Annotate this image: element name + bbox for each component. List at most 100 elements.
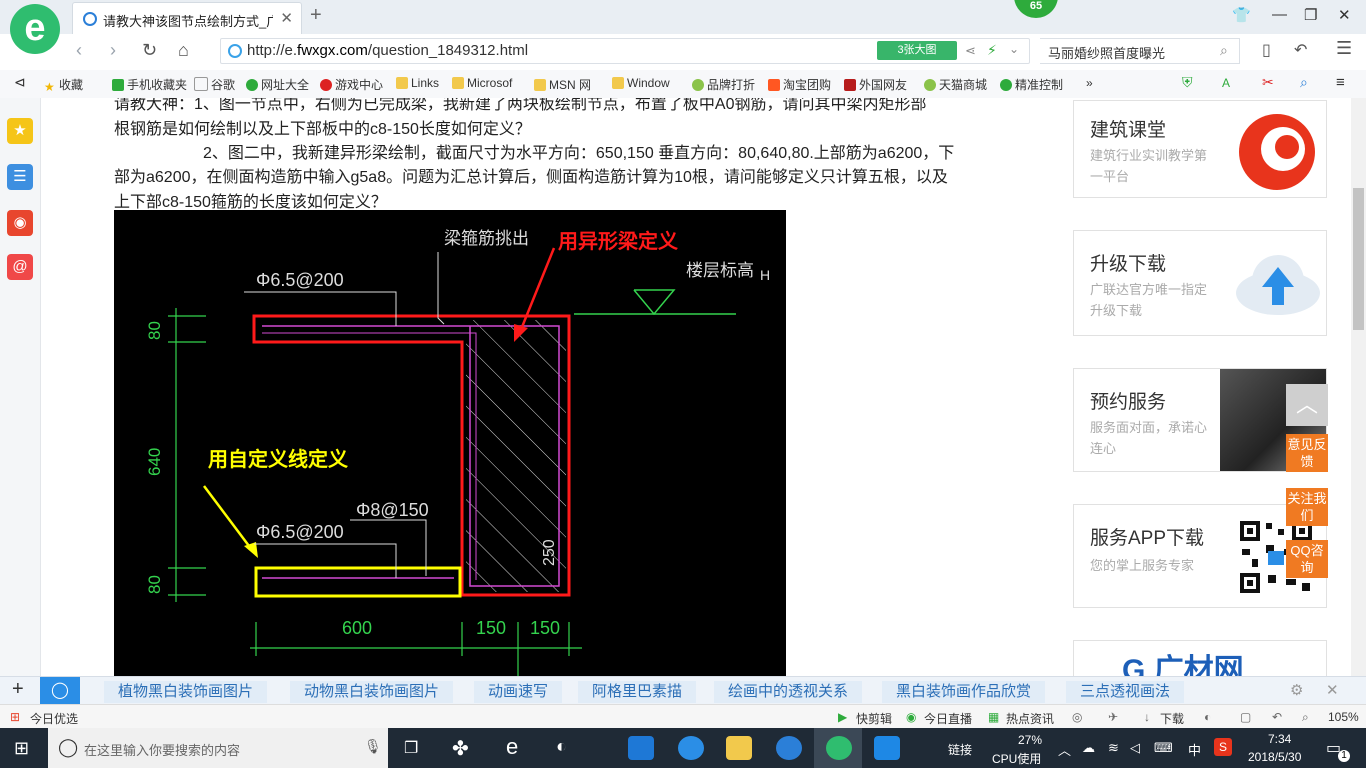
collapse-sidebar-icon[interactable]: ⊲ [14, 74, 26, 91]
scrollbar-thumb[interactable] [1353, 188, 1364, 330]
more-bookmarks-icon[interactable]: » [1086, 76, 1093, 90]
panel-upgrade-download[interactable]: 升级下载 广联达官方唯一指定升级下载 [1073, 230, 1327, 336]
hot-link[interactable]: 动物黑白装饰画图片 [290, 681, 454, 703]
bookmark-item[interactable]: 网址大全 [246, 76, 309, 93]
bookmark-item[interactable]: 天猫商城 [924, 76, 987, 93]
g-app-icon[interactable] [776, 736, 802, 760]
ime-indicator[interactable]: 中 [1188, 740, 1201, 759]
mobile-icon[interactable]: ▯ [1262, 40, 1271, 60]
refresh-button[interactable]: ↻ [142, 40, 157, 61]
qq-consult-button[interactable]: QQ咨询 [1286, 540, 1328, 578]
windows-start-icon[interactable]: ⊞ [14, 738, 29, 759]
tool-icon[interactable]: ✈ [1108, 710, 1118, 724]
wifi-icon[interactable]: ≋ [1108, 740, 1119, 756]
follow-us-button[interactable]: 关注我们 [1286, 488, 1328, 526]
browser-e-icon[interactable]: e [506, 734, 518, 760]
tab-active[interactable]: 请教大神该图节点绘制方式_广联达 ✕ [72, 2, 302, 34]
hot-link[interactable]: 动画速写 [474, 681, 563, 703]
zoom-level[interactable]: 105% [1328, 710, 1359, 724]
fan-app-icon[interactable]: ✤ [452, 736, 469, 761]
chevron-down-icon[interactable]: ⌄ [1009, 42, 1019, 56]
big-image-button[interactable]: 3张大图 [877, 41, 957, 60]
clock-time[interactable]: 7:34 [1268, 732, 1291, 746]
live-icon[interactable]: ◉ [906, 710, 916, 724]
bookmark-item[interactable]: Microsof [452, 76, 512, 90]
file-explorer-icon[interactable] [726, 736, 752, 760]
bookmark-item[interactable]: MSN 网 [534, 76, 591, 93]
keyboard-icon[interactable]: ⌨ [1154, 740, 1173, 756]
search-box[interactable]: 马丽婚纱照首度曝光 ⌕ [1040, 38, 1240, 64]
maximize-button[interactable]: ❐ [1304, 6, 1317, 24]
browser-logo-icon[interactable]: e [10, 4, 60, 54]
favorites-icon[interactable]: ★ [7, 118, 33, 144]
zoom-icon[interactable]: ⌕ [1300, 74, 1308, 91]
sogou-icon[interactable]: S [1214, 738, 1232, 756]
ie-icon[interactable] [678, 736, 704, 760]
search-input[interactable]: 马丽婚纱照首度曝光 [1048, 43, 1165, 62]
task-view-icon[interactable]: ❐ [404, 738, 418, 758]
close-window-button[interactable]: ✕ [1338, 6, 1351, 24]
search-circle-icon[interactable]: ◯ [40, 677, 80, 705]
news-icon[interactable]: ▦ [988, 710, 999, 724]
hot-link[interactable]: 三点透视画法 [1066, 681, 1185, 703]
bookmark-item[interactable]: ★ 收藏 [44, 76, 83, 94]
bookmark-item[interactable]: 淘宝团购 [768, 76, 831, 93]
bookmark-item[interactable]: 外国网友 [844, 76, 907, 93]
news-link[interactable]: 热点资讯 [1006, 710, 1054, 727]
taskbar-search[interactable]: ◯ 在这里输入你要搜索的内容 🎙 [48, 728, 388, 768]
home-button[interactable]: ⌂ [178, 40, 189, 61]
download-icon[interactable]: ↓ [1144, 710, 1150, 724]
scrollbar[interactable] [1351, 98, 1366, 676]
taskbar-search-input[interactable]: 在这里输入你要搜索的内容 [84, 740, 240, 759]
volume-icon[interactable]: ◁ [1130, 740, 1140, 756]
video-cut-icon[interactable]: ▶ [838, 710, 847, 724]
taskbar-link[interactable]: 链接 [948, 741, 972, 758]
undo-icon[interactable]: ↶ [1294, 40, 1307, 60]
settings-gear-icon[interactable]: ⚙ [1290, 681, 1303, 699]
bookmark-item[interactable]: 手机收藏夹 [112, 76, 187, 93]
undo-icon[interactable]: ↶ [1272, 710, 1282, 724]
shirt-icon[interactable]: 👕 [1232, 6, 1251, 24]
mail-icon[interactable]: @ [7, 254, 33, 280]
bookmark-item[interactable]: 谷歌 [194, 76, 235, 93]
menu-icon[interactable]: ≡ [1336, 74, 1345, 91]
bookmark-item[interactable]: Window [612, 76, 670, 90]
list-icon[interactable]: ☰ [7, 164, 33, 190]
download-link[interactable]: 下载 [1160, 710, 1184, 727]
clean-icon[interactable]: ◐ [1204, 710, 1211, 724]
url-text[interactable]: http://e.fwxgx.com/question_1849312.html [247, 42, 528, 59]
scissors-icon[interactable]: ✂ [1262, 74, 1274, 91]
address-bar[interactable]: http://e.fwxgx.com/question_1849312.html… [220, 38, 1030, 64]
bookmark-item[interactable]: 精准控制 [1000, 76, 1063, 93]
minimize-button[interactable]: — [1272, 6, 1287, 23]
feedback-button[interactable]: 意见反馈 [1286, 434, 1328, 472]
bookmark-item[interactable]: Links [396, 76, 439, 90]
hot-link[interactable]: 植物黑白装饰画图片 [104, 681, 268, 703]
glodon-app-icon[interactable]: ◐ [556, 736, 567, 757]
clock-date[interactable]: 2018/5/30 [1248, 750, 1301, 764]
speed-icon[interactable]: ◎ [1072, 710, 1082, 724]
forward-button[interactable]: › [110, 40, 116, 61]
menu-icon[interactable]: ☰ [1336, 38, 1352, 59]
live-link[interactable]: 今日直播 [924, 710, 972, 727]
weibo-icon[interactable]: ◉ [7, 210, 33, 236]
close-hotbar-icon[interactable]: ✕ [1326, 681, 1339, 699]
zoom-icon[interactable]: ⌕ [1302, 710, 1309, 725]
bookmark-item[interactable]: 游戏中心 [320, 76, 383, 93]
cloud-icon[interactable]: ☁ [1082, 740, 1095, 756]
window-icon[interactable]: ▢ [1240, 710, 1251, 724]
add-icon[interactable]: + [12, 678, 24, 701]
new-tab-button[interactable]: + [310, 4, 322, 27]
edge-icon[interactable] [628, 736, 654, 760]
close-tab-icon[interactable]: ✕ [280, 9, 293, 27]
hot-link[interactable]: 黑白装饰画作品欣赏 [882, 681, 1046, 703]
translate-icon[interactable]: A [1222, 76, 1230, 90]
panel-gcw[interactable]: G 广材网 [1073, 640, 1327, 676]
bookmark-item[interactable]: 品牌打折 [692, 76, 755, 93]
search-icon[interactable]: ⌕ [1220, 42, 1228, 59]
quick-cut-link[interactable]: 快剪辑 [856, 710, 892, 727]
panel-building-class[interactable]: 建筑课堂 建筑行业实训教学第一平台 [1073, 100, 1327, 198]
tray-chevron-icon[interactable]: ︿ [1058, 740, 1071, 759]
360-browser-icon[interactable] [826, 736, 852, 760]
today-picks[interactable]: 今日优选 [30, 710, 78, 727]
